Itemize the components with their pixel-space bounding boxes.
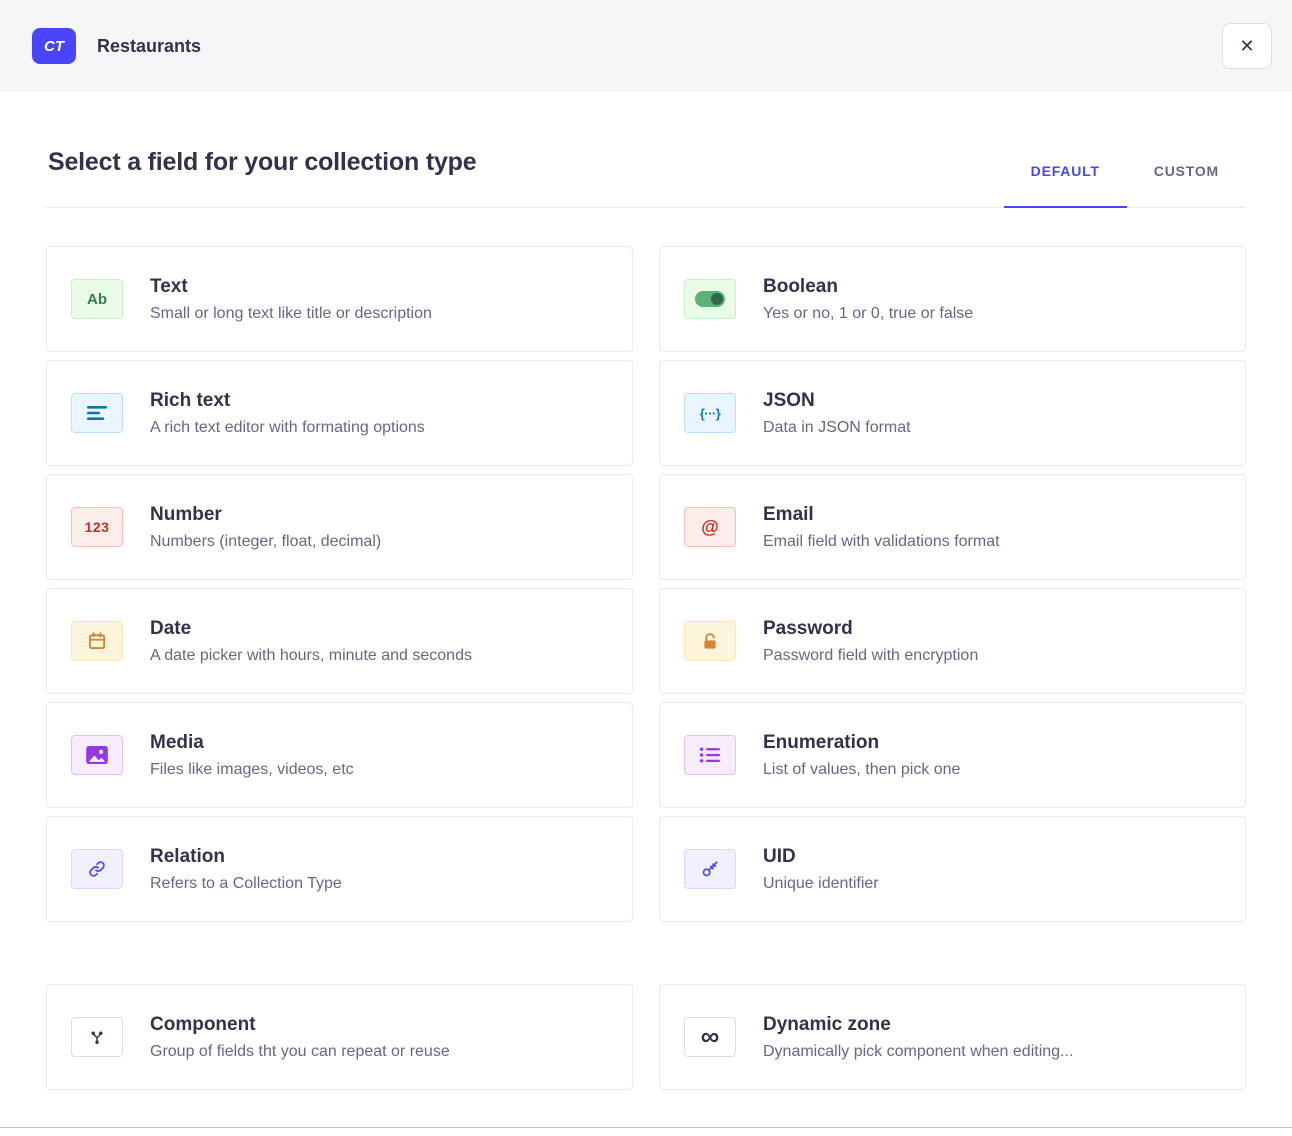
card-text-block: Boolean Yes or no, 1 or 0, true or false: [763, 276, 973, 323]
lock-glyph: [701, 632, 719, 651]
field-card-date[interactable]: Date A date picker with hours, minute an…: [46, 588, 633, 694]
field-card-password[interactable]: Password Password field with encryption: [659, 588, 1246, 694]
close-button[interactable]: ✕: [1222, 23, 1272, 69]
card-text-block: Relation Refers to a Collection Type: [150, 846, 342, 893]
field-card-boolean[interactable]: Boolean Yes or no, 1 or 0, true or false: [659, 246, 1246, 352]
field-grid-advanced: Component Group of fields tht you can re…: [46, 984, 1246, 1090]
field-name: Email: [763, 504, 1000, 526]
field-description: Unique identifier: [763, 875, 879, 893]
field-name: Text: [150, 276, 432, 298]
field-description: Password field with encryption: [763, 647, 978, 665]
field-description: Small or long text like title or descrip…: [150, 305, 432, 323]
modal-content: Select a field for your collection type …: [0, 148, 1292, 1090]
field-description: Files like images, videos, etc: [150, 761, 354, 779]
tab-default[interactable]: DEFAULT: [1004, 163, 1127, 208]
at-glyph: @: [701, 517, 719, 538]
field-card-dynamic-zone[interactable]: ∞ Dynamic zone Dynamically pick componen…: [659, 984, 1246, 1090]
number-icon: 123: [71, 507, 123, 547]
field-name: Rich text: [150, 390, 425, 412]
card-text-block: Email Email field with validations forma…: [763, 504, 1000, 551]
field-description: Group of fields tht you can repeat or re…: [150, 1043, 450, 1061]
password-lock-icon: [684, 621, 736, 661]
field-description: Dynamically pick component when editing.…: [763, 1043, 1073, 1061]
toggle-glyph: [695, 291, 725, 307]
relation-link-icon: [71, 849, 123, 889]
rich-text-icon: [71, 393, 123, 433]
card-text-block: Password Password field with encryption: [763, 618, 978, 665]
card-text-block: UID Unique identifier: [763, 846, 879, 893]
field-card-json[interactable]: {···} JSON Data in JSON format: [659, 360, 1246, 466]
media-image-icon: [71, 735, 123, 775]
email-at-icon: @: [684, 507, 736, 547]
card-text-block: Number Numbers (integer, float, decimal): [150, 504, 381, 551]
field-name: Dynamic zone: [763, 1014, 1073, 1036]
tab-custom[interactable]: CUSTOM: [1127, 163, 1246, 208]
content-type-badge: CT: [32, 28, 76, 64]
calendar-glyph: [87, 631, 107, 651]
field-grid: Ab Text Small or long text like title or…: [46, 246, 1246, 922]
card-text-block: JSON Data in JSON format: [763, 390, 911, 437]
content-type-title: Restaurants: [97, 36, 201, 57]
component-nodes-icon: [71, 1017, 123, 1057]
field-card-text[interactable]: Ab Text Small or long text like title or…: [46, 246, 633, 352]
field-name: Boolean: [763, 276, 973, 298]
list-glyph: [700, 747, 720, 763]
card-text-block: Media Files like images, videos, etc: [150, 732, 354, 779]
field-description: A rich text editor with formating option…: [150, 419, 425, 437]
infinity-glyph: ∞: [701, 1023, 720, 1049]
field-description: Refers to a Collection Type: [150, 875, 342, 893]
field-card-relation[interactable]: Relation Refers to a Collection Type: [46, 816, 633, 922]
uid-key-icon: [684, 849, 736, 889]
field-name: Media: [150, 732, 354, 754]
card-text-block: Dynamic zone Dynamically pick component …: [763, 1014, 1073, 1061]
dynamic-zone-infinity-icon: ∞: [684, 1017, 736, 1057]
field-card-enumeration[interactable]: Enumeration List of values, then pick on…: [659, 702, 1246, 808]
text-field-icon: Ab: [71, 279, 123, 319]
title-row: Select a field for your collection type …: [46, 148, 1246, 208]
field-name: Date: [150, 618, 472, 640]
boolean-toggle-icon: [684, 279, 736, 319]
date-calendar-icon: [71, 621, 123, 661]
field-description: A date picker with hours, minute and sec…: [150, 647, 472, 665]
field-card-rich-text[interactable]: Rich text A rich text editor with format…: [46, 360, 633, 466]
ab-glyph: Ab: [87, 291, 107, 308]
field-description: List of values, then pick one: [763, 761, 960, 779]
json-braces-icon: {···}: [684, 393, 736, 433]
field-card-number[interactable]: 123 Number Numbers (integer, float, deci…: [46, 474, 633, 580]
field-name: Relation: [150, 846, 342, 868]
close-icon: ✕: [1239, 36, 1254, 57]
braces-glyph: {···}: [700, 406, 721, 421]
card-text-block: Rich text A rich text editor with format…: [150, 390, 425, 437]
field-name: Enumeration: [763, 732, 960, 754]
modal-footer-edge: [0, 1127, 1292, 1136]
field-description: Email field with validations format: [763, 533, 1000, 551]
field-name: Number: [150, 504, 381, 526]
field-description: Data in JSON format: [763, 419, 911, 437]
card-text-block: Text Small or long text like title or de…: [150, 276, 432, 323]
key-glyph: [701, 860, 719, 878]
align-left-glyph: [87, 405, 107, 421]
modal-header: CT Restaurants ✕: [0, 0, 1292, 92]
numbers-glyph: 123: [85, 519, 110, 535]
image-glyph: [86, 746, 108, 764]
nodes-glyph: [88, 1028, 106, 1046]
field-description: Numbers (integer, float, decimal): [150, 533, 381, 551]
field-card-media[interactable]: Media Files like images, videos, etc: [46, 702, 633, 808]
tab-bar: DEFAULT CUSTOM: [1004, 163, 1246, 207]
field-name: Password: [763, 618, 978, 640]
field-name: UID: [763, 846, 879, 868]
page-title: Select a field for your collection type: [48, 148, 476, 177]
enumeration-list-icon: [684, 735, 736, 775]
field-name: Component: [150, 1014, 450, 1036]
card-text-block: Component Group of fields tht you can re…: [150, 1014, 450, 1061]
card-text-block: Date A date picker with hours, minute an…: [150, 618, 472, 665]
field-card-uid[interactable]: UID Unique identifier: [659, 816, 1246, 922]
link-glyph: [88, 860, 106, 878]
field-name: JSON: [763, 390, 911, 412]
card-text-block: Enumeration List of values, then pick on…: [763, 732, 960, 779]
field-description: Yes or no, 1 or 0, true or false: [763, 305, 973, 323]
field-card-component[interactable]: Component Group of fields tht you can re…: [46, 984, 633, 1090]
field-card-email[interactable]: @ Email Email field with validations for…: [659, 474, 1246, 580]
